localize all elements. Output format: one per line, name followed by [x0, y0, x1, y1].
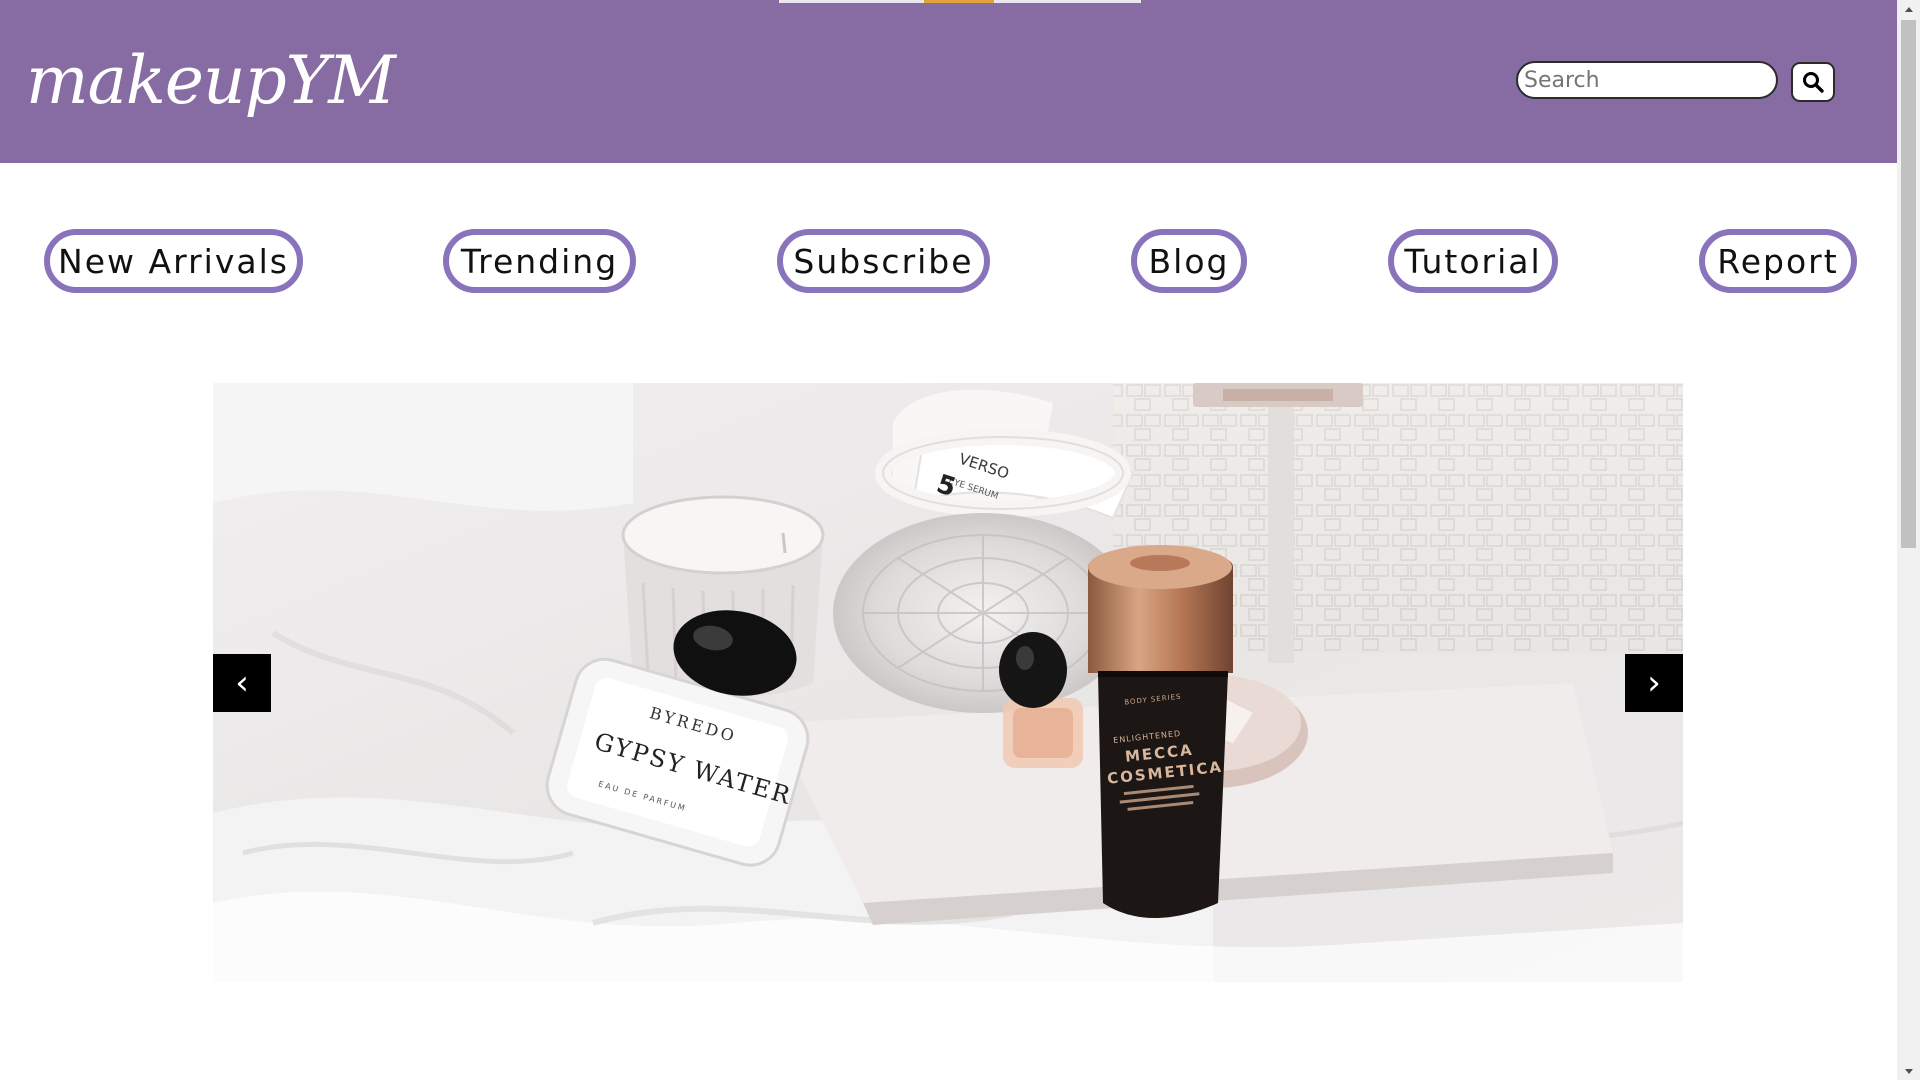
site-header: makeupYM [0, 0, 1897, 163]
carousel-prev-button[interactable]: ‹ [213, 654, 271, 712]
loading-strip-segment [924, 0, 994, 3]
scroll-up-arrow-icon[interactable] [1897, 0, 1920, 17]
nav-report[interactable]: Report [1699, 229, 1857, 293]
loading-strip [779, 0, 1141, 3]
page-viewport: makeupYM New Arrivals Trending Subscribe… [0, 0, 1897, 1080]
nav-trending[interactable]: Trending [443, 229, 636, 293]
search-icon [1803, 72, 1824, 93]
nav-label: Subscribe [793, 241, 974, 281]
chevron-right-icon: › [1647, 663, 1661, 703]
vertical-scrollbar[interactable] [1897, 0, 1920, 1080]
scrollbar-thumb[interactable] [1901, 20, 1916, 548]
scroll-down-arrow-icon[interactable] [1897, 1063, 1920, 1080]
chevron-left-icon: ‹ [235, 663, 249, 703]
nav-label: Report [1717, 241, 1839, 281]
nav-label: New Arrivals [58, 241, 289, 281]
nav-tutorial[interactable]: Tutorial [1388, 229, 1558, 293]
site-logo[interactable]: makeupYM [26, 36, 396, 126]
nav-new-arrivals[interactable]: New Arrivals [44, 229, 303, 293]
carousel-slide-image: VERSO EYE SERUM 5 BYREDO GYPSY WATER EAU… [213, 383, 1683, 982]
nav-subscribe[interactable]: Subscribe [777, 229, 990, 293]
nav-label: Tutorial [1404, 241, 1542, 281]
nav-blog[interactable]: Blog [1131, 229, 1247, 293]
hero-carousel: VERSO EYE SERUM 5 BYREDO GYPSY WATER EAU… [213, 383, 1683, 982]
search-button[interactable] [1791, 62, 1835, 102]
nav-label: Blog [1148, 241, 1230, 281]
carousel-next-button[interactable]: › [1625, 654, 1683, 712]
nav-label: Trending [460, 241, 619, 281]
main-nav: New Arrivals Trending Subscribe Blog Tut… [0, 229, 1897, 293]
search-input[interactable] [1516, 61, 1778, 99]
